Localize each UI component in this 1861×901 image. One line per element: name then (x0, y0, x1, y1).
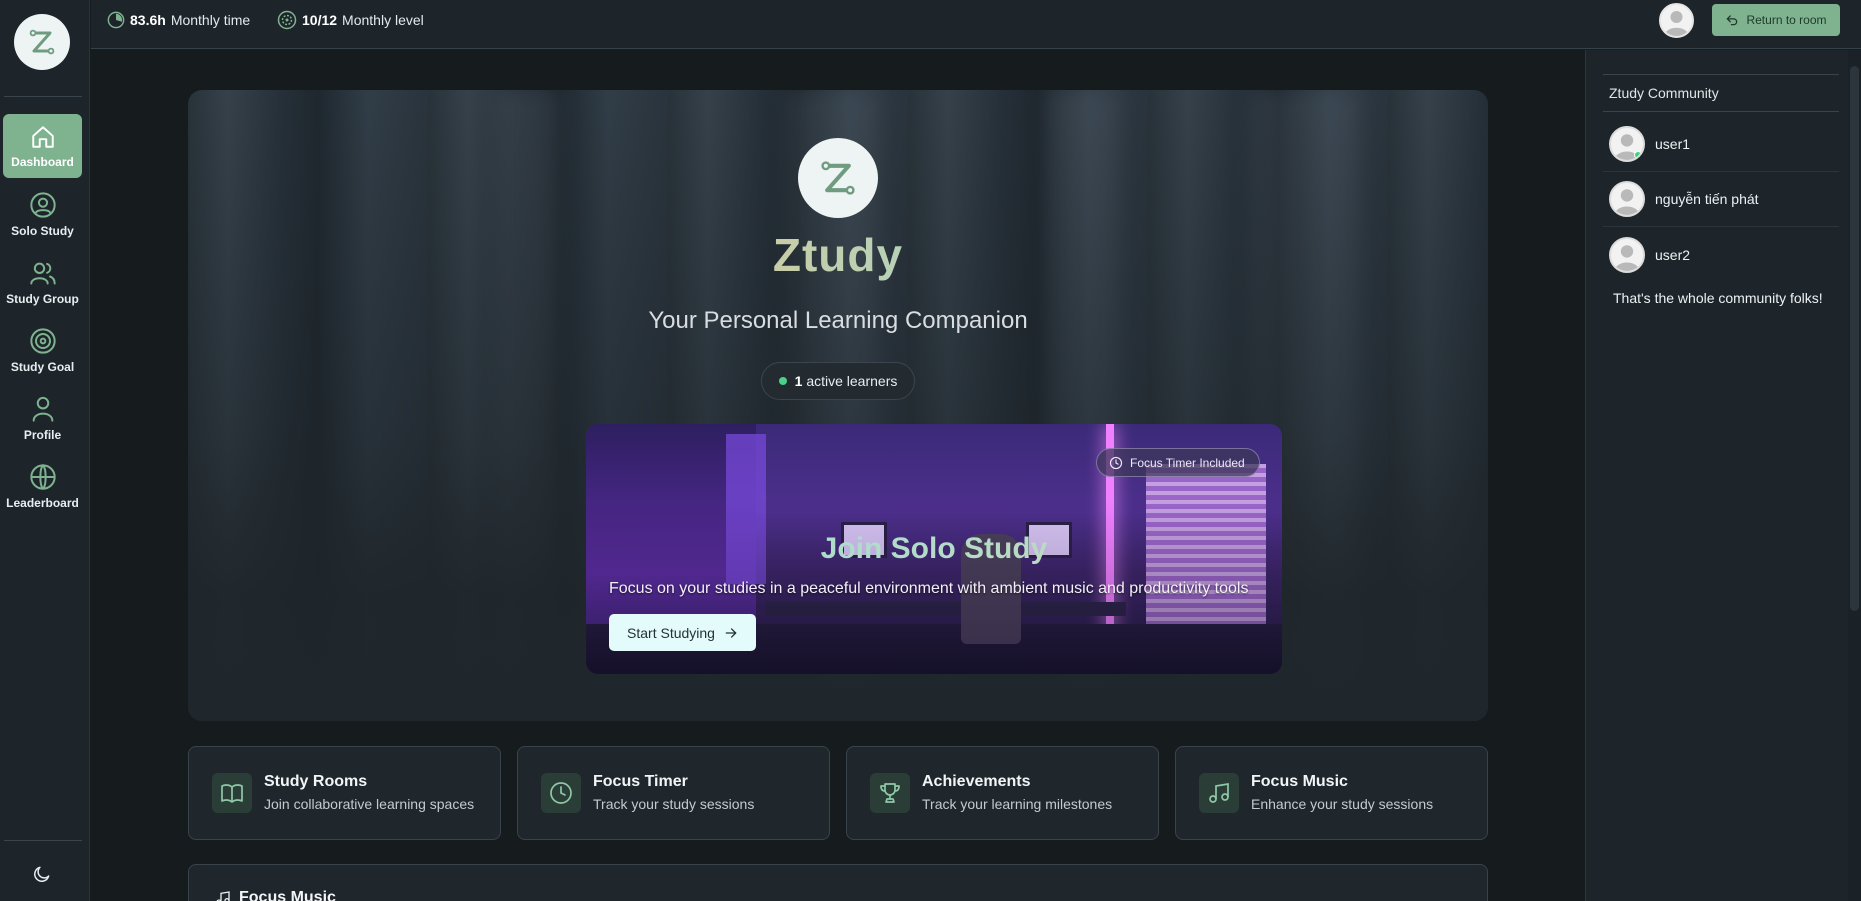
target-icon (29, 327, 56, 354)
feature-title: Focus Timer (593, 773, 688, 790)
solo-study-title: Join Solo Study (586, 532, 1282, 566)
community-user-name: user1 (1655, 136, 1691, 152)
sidebar: Dashboard Solo Study Study Group Study G… (0, 0, 90, 901)
moon-icon (34, 866, 50, 882)
focus-music-panel-title: Focus Music (239, 889, 336, 901)
theme-toggle-button[interactable] (30, 862, 54, 886)
community-user-row[interactable]: user1 (1603, 117, 1839, 172)
community-user-row[interactable]: nguyễn tiến phát (1603, 172, 1839, 227)
community-user-name: nguyễn tiến phát (1655, 191, 1759, 207)
home-icon (31, 125, 54, 148)
clock-icon (1109, 456, 1123, 469)
start-studying-label: Start Studying (627, 624, 715, 641)
scrollbar-thumb[interactable] (1850, 66, 1859, 611)
arrow-right-icon (725, 627, 737, 638)
avatar (1609, 236, 1645, 273)
sidebar-item-label: Leaderboard (6, 495, 79, 510)
feature-title: Achievements (922, 773, 1031, 790)
feature-description: Track your learning milestones (922, 796, 1113, 812)
hero-title: Ztudy (188, 228, 1488, 282)
active-learners-label: active learners (806, 373, 898, 389)
top-bar: 83.6h Monthly time 10/12 Monthly level R… (91, 0, 1861, 49)
ztudy-logo-icon (821, 161, 855, 195)
online-dot-icon (778, 377, 787, 385)
feature-card-focus-timer[interactable]: Focus Timer Track your study sessions (517, 746, 830, 840)
return-to-room-label: Return to room (1746, 13, 1827, 27)
main-content: Ztudy Your Personal Learning Companion 1… (91, 50, 1585, 901)
online-status-dot (1634, 151, 1642, 159)
feature-description: Join collaborative learning spaces (264, 796, 475, 812)
monthly-level-stat: 10/12 Monthly level (277, 9, 424, 31)
globe-icon (29, 463, 56, 490)
sidebar-item-label: Solo Study (11, 223, 74, 238)
community-user-row[interactable]: user2 (1603, 227, 1839, 282)
undo-icon (1727, 15, 1738, 26)
sidebar-divider (4, 96, 82, 97)
community-user-name: user2 (1655, 246, 1691, 263)
default-avatar-icon (1614, 189, 1640, 215)
sidebar-item-leaderboard[interactable]: Leaderboard (3, 454, 82, 518)
sidebar-item-study-goal[interactable]: Study Goal (3, 318, 82, 382)
active-learners-count: 1 (794, 373, 803, 389)
feature-card-achievements[interactable]: Achievements Track your learning milesto… (846, 746, 1159, 840)
monthly-level-value: 10/12 (302, 12, 338, 28)
feature-description: Enhance your study sessions (1251, 796, 1434, 812)
ztudy-logo-icon (29, 29, 55, 55)
sidebar-item-label: Study Group (6, 291, 79, 306)
user-icon (32, 396, 53, 422)
users-icon (29, 262, 56, 284)
avatar (1609, 126, 1645, 162)
focus-timer-badge-label: Focus Timer Included (1130, 455, 1245, 470)
music-icon (216, 891, 230, 901)
feature-icon-box (541, 773, 581, 813)
active-learners-badge: 1 active learners (761, 362, 915, 400)
default-avatar-icon (1614, 244, 1640, 271)
music-icon (1209, 782, 1229, 803)
sidebar-item-label: Study Goal (10, 359, 75, 374)
monthly-time-value: 83.6h (130, 12, 166, 28)
solo-study-description: Focus on your studies in a peaceful envi… (609, 580, 1249, 597)
focus-music-panel: Focus Music (188, 864, 1488, 901)
focus-timer-badge: Focus Timer Included (1096, 448, 1260, 477)
community-end-message: That's the whole community folks! (1613, 290, 1823, 306)
sidebar-item-study-group[interactable]: Study Group (3, 250, 82, 314)
sidebar-item-profile[interactable]: Profile (3, 386, 82, 450)
default-avatar-icon (1664, 11, 1689, 36)
book-open-icon (221, 784, 243, 803)
avatar (1609, 181, 1645, 217)
return-to-room-button[interactable]: Return to room (1712, 4, 1840, 36)
monthly-time-stat: 83.6h Monthly time (107, 9, 250, 31)
hero-banner: Ztudy Your Personal Learning Companion 1… (188, 90, 1488, 721)
sidebar-item-label: Profile (23, 427, 62, 442)
feature-icon-box (212, 773, 252, 813)
feature-card-focus-music[interactable]: Focus Music Enhance your study sessions (1175, 746, 1488, 840)
sidebar-item-solo-study[interactable]: Solo Study (3, 182, 82, 246)
user-avatar[interactable] (1659, 3, 1694, 38)
hero-logo (798, 138, 878, 218)
monthly-level-label: Monthly level (342, 12, 424, 28)
solo-study-card[interactable]: Focus Timer Included Join Solo Study Foc… (586, 424, 1282, 674)
sidebar-divider (4, 840, 82, 841)
timer-icon (107, 11, 125, 29)
start-studying-button[interactable]: Start Studying (609, 614, 756, 651)
community-panel: Ztudy Community user1 nguyễn tiến phát u… (1585, 50, 1861, 901)
monthly-time-label: Monthly time (170, 12, 251, 28)
sidebar-item-label: Dashboard (11, 154, 74, 169)
feature-title: Study Rooms (264, 773, 368, 790)
user-circle-icon (29, 191, 56, 218)
sidebar-item-dashboard[interactable]: Dashboard (3, 114, 82, 178)
feature-icon-box (870, 773, 910, 813)
hero-subtitle: Your Personal Learning Companion (648, 307, 1028, 334)
feature-description: Track your study sessions (593, 796, 755, 812)
feature-icon-box (1199, 773, 1239, 813)
level-icon (277, 10, 297, 30)
feature-card-study-rooms[interactable]: Study Rooms Join collaborative learning … (188, 746, 501, 840)
feature-title: Focus Music (1251, 773, 1348, 790)
community-title: Ztudy Community (1603, 74, 1839, 112)
app-logo[interactable] (14, 14, 70, 70)
clock-icon (550, 782, 572, 804)
trophy-icon (880, 783, 900, 803)
